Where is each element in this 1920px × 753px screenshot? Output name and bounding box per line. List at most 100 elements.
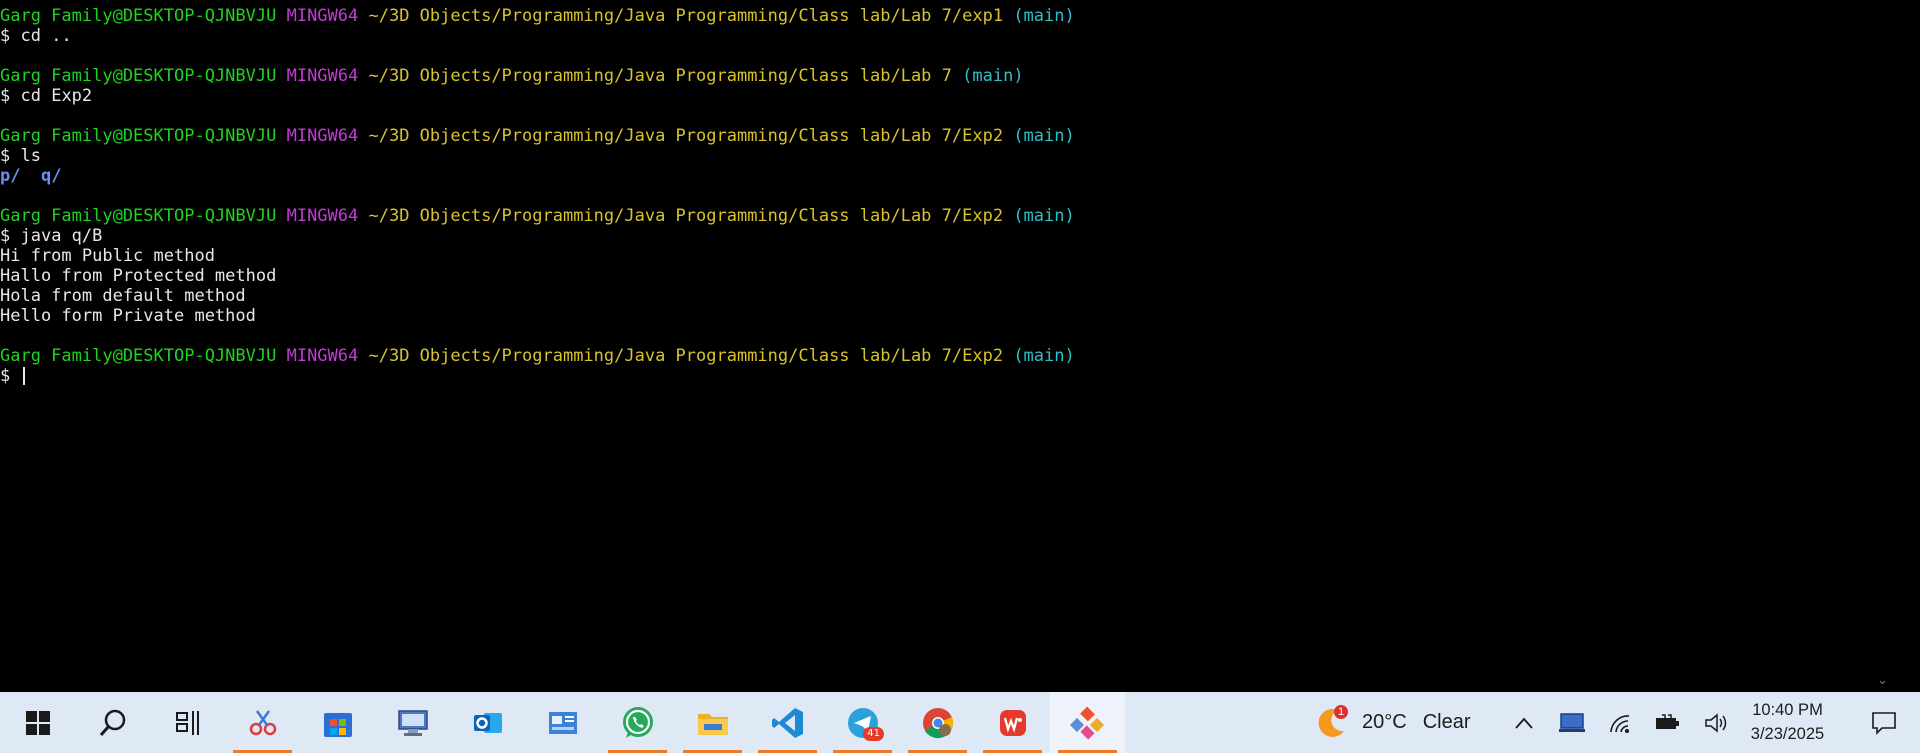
- prompt-line: Garg Family@DESKTOP-QJNBVJU MINGW64 ~/3D…: [0, 6, 1895, 26]
- prompt-shell: MINGW64: [286, 206, 359, 226]
- clock-date: 3/23/2025: [1750, 725, 1825, 743]
- terminal-window[interactable]: Garg Family@DESKTOP-QJNBVJU MINGW64 ~/3D…: [0, 0, 1895, 692]
- prompt-path: ~/3D Objects/Programming/Java Programmin…: [368, 126, 1004, 146]
- program-output: Hi from Public method: [0, 246, 215, 266]
- prompt-symbol: $: [0, 26, 11, 46]
- taskbar-app-snipping-tool[interactable]: [225, 692, 300, 753]
- taskbar-app-git-bash[interactable]: [1050, 692, 1125, 753]
- control-panel-icon: [548, 711, 577, 734]
- whatsapp-icon: [622, 706, 653, 738]
- notification-count-badge: 41: [863, 727, 884, 741]
- windows-start-icon: [25, 710, 50, 735]
- taskbar-app-file-manager[interactable]: [375, 692, 450, 753]
- prompt-line: Garg Family@DESKTOP-QJNBVJU MINGW64 ~/3D…: [0, 206, 1895, 226]
- file-explorer-desktop-icon: [397, 709, 428, 736]
- prompt-line: Garg Family@DESKTOP-QJNBVJU MINGW64 ~/3D…: [0, 126, 1895, 146]
- weather-alert-badge: 1: [1334, 704, 1349, 719]
- scrollbar[interactable]: ⌄: [1870, 0, 1895, 692]
- prompt-user: Garg Family@DESKTOP-QJNBVJU: [0, 346, 277, 366]
- directory-entry: q/: [40, 166, 62, 186]
- weather-condition: Clear: [1422, 711, 1471, 733]
- prompt-branch: (main): [962, 66, 1024, 86]
- text-cursor: [22, 367, 25, 385]
- task-view-icon: [175, 710, 199, 735]
- program-output: Hola from default method: [0, 286, 246, 306]
- command-text: ls: [20, 146, 41, 166]
- command-text: cd Exp2: [20, 86, 93, 106]
- tray-battery-button[interactable]: [1644, 692, 1692, 753]
- command-line: $ java q/B: [0, 226, 1895, 246]
- chrome-icon: [922, 707, 953, 738]
- program-output: Hello form Private method: [0, 306, 256, 326]
- terminal-output: Garg Family@DESKTOP-QJNBVJU MINGW64 ~/3D…: [0, 0, 1895, 386]
- taskbar-app-wps-office[interactable]: [975, 692, 1050, 753]
- command-text: cd ..: [20, 26, 72, 46]
- taskbar-app-telegram[interactable]: 41: [825, 692, 900, 753]
- outlook-icon: [473, 712, 502, 733]
- clock-time: 10:40 PM: [1752, 701, 1823, 719]
- command-line: $ cd Exp2: [0, 86, 1895, 106]
- weather-widget[interactable]: 1 20°C Clear: [1314, 692, 1470, 753]
- prompt-user: Garg Family@DESKTOP-QJNBVJU: [0, 206, 277, 226]
- prompt-path: ~/3D Objects/Programming/Java Programmin…: [368, 346, 1004, 366]
- start-button[interactable]: [0, 692, 75, 753]
- git-bash-icon: [1069, 706, 1104, 740]
- taskbar-app-microsoft-store[interactable]: [300, 692, 375, 753]
- system-tray: [1500, 692, 1740, 753]
- prompt-line: Garg Family@DESKTOP-QJNBVJU MINGW64 ~/3D…: [0, 66, 1895, 86]
- battery-icon: [1656, 713, 1679, 729]
- prompt-branch: (main): [1013, 206, 1075, 226]
- show-hidden-icons-button[interactable]: [1500, 692, 1548, 753]
- program-output: Hallo from Protected method: [0, 266, 277, 286]
- microsoft-store-icon: [323, 712, 352, 737]
- prompt-shell: MINGW64: [286, 126, 359, 146]
- snipping-tool-icon: [249, 709, 276, 735]
- prompt-path: ~/3D Objects/Programming/Java Programmin…: [368, 206, 1004, 226]
- directory-entry: p/: [0, 166, 21, 186]
- action-center-button[interactable]: [1848, 692, 1920, 753]
- command-line: $ cd ..: [0, 26, 1895, 46]
- chevron-up-icon: [1515, 717, 1533, 729]
- prompt-shell: MINGW64: [286, 6, 359, 26]
- prompt-symbol: $: [0, 86, 11, 106]
- folder-icon: [697, 713, 728, 735]
- prompt-symbol: $: [0, 146, 11, 166]
- prompt-symbol: $: [0, 226, 11, 246]
- taskbar-app-whatsapp[interactable]: [600, 692, 675, 753]
- prompt-branch: (main): [1013, 6, 1075, 26]
- taskbar-app-chrome[interactable]: [900, 692, 975, 753]
- volume-icon: [1705, 712, 1727, 733]
- command-text: java q/B: [20, 226, 103, 246]
- prompt-user: Garg Family@DESKTOP-QJNBVJU: [0, 66, 277, 86]
- taskbar-app-outlook[interactable]: [450, 692, 525, 753]
- notification-icon: [1872, 711, 1896, 735]
- prompt-user: Garg Family@DESKTOP-QJNBVJU: [0, 6, 277, 26]
- prompt-branch: (main): [1013, 346, 1075, 366]
- tray-tablet-button[interactable]: [1548, 692, 1596, 753]
- taskbar-app-control-panel[interactable]: [525, 692, 600, 753]
- prompt-branch: (main): [1013, 126, 1075, 146]
- taskbar: 41 1 20°C Clear 10:40 PM 3/23/2025: [0, 692, 1920, 753]
- prompt-path: ~/3D Objects/Programming/Java Programmin…: [368, 6, 1004, 26]
- taskbar-app-file-explorer[interactable]: [675, 692, 750, 753]
- active-command-line[interactable]: $: [0, 366, 1895, 386]
- taskbar-clock[interactable]: 10:40 PM 3/23/2025: [1730, 698, 1845, 746]
- search-icon: [99, 709, 125, 736]
- weather-temperature: 20°C: [1362, 711, 1407, 733]
- prompt-symbol: $: [0, 366, 11, 386]
- search-button[interactable]: [75, 692, 150, 753]
- tray-network-button[interactable]: [1596, 692, 1644, 753]
- ls-output: p/ q/: [0, 166, 1895, 186]
- wps-office-icon: [999, 709, 1026, 736]
- taskbar-app-vscode[interactable]: [750, 692, 825, 753]
- moon-weather-icon: 1: [1314, 704, 1350, 741]
- tablet-icon: [1559, 712, 1585, 732]
- prompt-line: Garg Family@DESKTOP-QJNBVJU MINGW64 ~/3D…: [0, 346, 1895, 366]
- command-line: $ ls: [0, 146, 1895, 166]
- prompt-user: Garg Family@DESKTOP-QJNBVJU: [0, 126, 277, 146]
- task-view-button[interactable]: [150, 692, 225, 753]
- scroll-down-arrow-icon[interactable]: ⌄: [1877, 673, 1888, 688]
